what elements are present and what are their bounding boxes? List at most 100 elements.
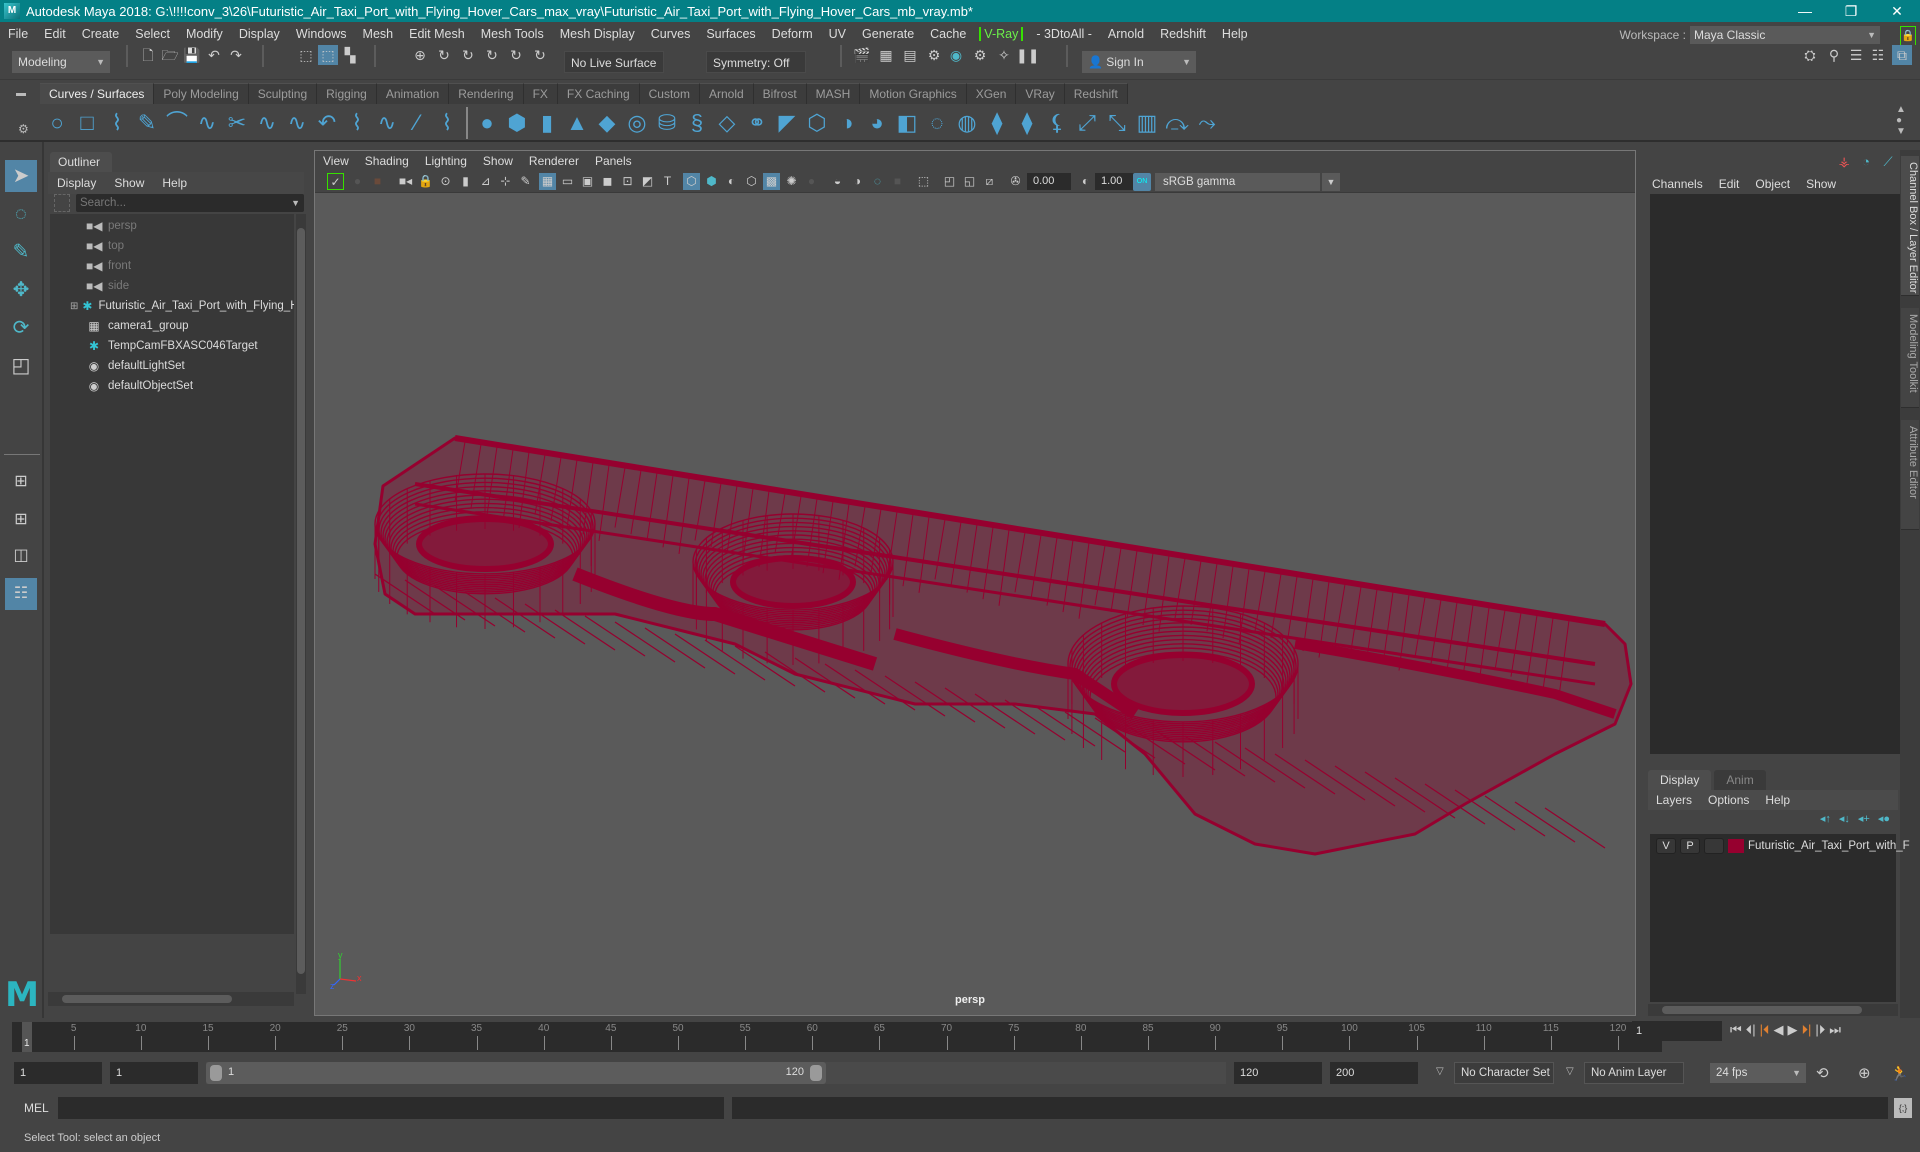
curve-tool-icon[interactable]: ○: [42, 108, 72, 138]
step-forward-frame-icon[interactable]: |⏵: [1815, 1022, 1825, 1038]
shelf-tab-curves-surfaces[interactable]: Curves / Surfaces: [40, 83, 155, 104]
select-camera-icon[interactable]: ✓: [327, 173, 344, 190]
pause-icon[interactable]: ❚❚: [1016, 45, 1039, 65]
surface-tool-icon[interactable]: ◇: [712, 108, 742, 138]
move-layer-down-icon[interactable]: ◂↓: [1839, 812, 1850, 825]
layer-row[interactable]: V P Futuristic_Air_Taxi_Port_with_F: [1656, 838, 1910, 854]
use-lights-icon[interactable]: ✺: [783, 173, 800, 190]
new-layer-icon[interactable]: ◂+: [1858, 812, 1870, 825]
save-scene-icon[interactable]: 💾: [182, 45, 202, 65]
textured-icon[interactable]: ▩: [763, 173, 780, 190]
channel-box-icon[interactable]: ⧉: [1892, 45, 1912, 65]
redo-icon[interactable]: ↷: [226, 45, 246, 65]
outliner-item[interactable]: ◉ defaultObjectSet: [50, 376, 294, 396]
scale-tool-icon[interactable]: ◰: [5, 350, 37, 382]
shelf-tab-custom[interactable]: Custom: [639, 83, 700, 104]
image-plane-icon[interactable]: ⊿: [477, 173, 494, 190]
shelf-tab-poly-modeling[interactable]: Poly Modeling: [154, 83, 249, 104]
chevron-down-icon[interactable]: ▼: [1322, 173, 1340, 191]
surface-tool-icon[interactable]: ⧫: [1012, 108, 1042, 138]
snap-surface-icon[interactable]: ↻: [506, 45, 526, 65]
snap-curve-icon[interactable]: ↻: [434, 45, 454, 65]
outliner-item[interactable]: ◉ defaultLightSet: [50, 356, 294, 376]
outliner-search-input[interactable]: Search...: [76, 194, 304, 212]
surface-tool-icon[interactable]: ▥: [1132, 108, 1162, 138]
motion-blur-icon[interactable]: ◑: [849, 173, 866, 190]
four-view-layout-icon[interactable]: ⊞: [5, 504, 37, 536]
slide-icon[interactable]: ⟋: [1880, 154, 1896, 170]
outliner-tab[interactable]: Outliner: [50, 152, 112, 172]
outliner-item[interactable]: ■◀ persp: [50, 216, 294, 236]
menu-edit-mesh[interactable]: Edit Mesh: [401, 27, 473, 41]
select-hierarchy-icon[interactable]: ⬚: [296, 45, 316, 65]
menu-set-dropdown[interactable]: Modeling ▼: [12, 51, 110, 73]
shelf-tab-redshift[interactable]: Redshift: [1064, 83, 1128, 104]
shadows-icon[interactable]: ●: [803, 173, 820, 190]
playback-end-field[interactable]: 120: [1234, 1062, 1322, 1084]
range-bar[interactable]: 1 120: [206, 1062, 826, 1084]
range-end-handle[interactable]: [810, 1065, 822, 1081]
expand-icon[interactable]: ⊞: [70, 301, 78, 312]
range-start-handle[interactable]: [210, 1065, 222, 1081]
depth-of-field-icon[interactable]: ■: [889, 173, 906, 190]
snap-grid-icon[interactable]: ⊕: [410, 45, 430, 65]
viewport-menu-panels[interactable]: Panels: [587, 154, 640, 168]
outliner-item[interactable]: ■◀ front: [50, 256, 294, 276]
xray-components-icon[interactable]: ⧄: [981, 173, 998, 190]
play-backwards-icon[interactable]: ◀: [1773, 1022, 1783, 1038]
close-button[interactable]: ✕: [1874, 3, 1920, 20]
surface-tool-icon[interactable]: ⤼: [1162, 108, 1192, 138]
outliner-item[interactable]: ✱ TempCamFBXASC046Target: [50, 336, 294, 356]
new-layer-selected-icon[interactable]: ◂●: [1878, 812, 1890, 825]
script-editor-icon[interactable]: {;}: [1894, 1098, 1912, 1118]
move-layer-up-icon[interactable]: ◂↑: [1820, 812, 1831, 825]
shelf-tab-mash[interactable]: MASH: [806, 83, 861, 104]
curve-tool-icon[interactable]: ⌇: [432, 108, 462, 138]
curve-tool-icon[interactable]: ∿: [372, 108, 402, 138]
outliner-layout-icon[interactable]: ☷: [5, 578, 37, 610]
surface-tool-icon[interactable]: ◍: [952, 108, 982, 138]
tab-display[interactable]: Display: [1648, 770, 1712, 790]
surface-tool-icon[interactable]: ⧫: [982, 108, 1012, 138]
tool-settings-icon[interactable]: ☷: [1868, 45, 1888, 65]
channel-box-menu-edit[interactable]: Edit: [1711, 177, 1748, 191]
layer-name[interactable]: Futuristic_Air_Taxi_Port_with_F: [1748, 840, 1910, 852]
viewport-panel[interactable]: View Shading Lighting Show Renderer Pane…: [314, 150, 1636, 1016]
tab-channel-box-layer-editor[interactable]: Channel Box / Layer Editor: [1901, 156, 1919, 296]
scrollbar-thumb[interactable]: [297, 228, 305, 974]
safe-action-icon[interactable]: ◩: [639, 173, 656, 190]
outliner-item[interactable]: ■◀ side: [50, 276, 294, 296]
chevron-down-icon[interactable]: ▽: [1436, 1066, 1444, 1077]
camera-attributes-icon[interactable]: ●: [349, 173, 366, 190]
viewport-menu-show[interactable]: Show: [475, 154, 521, 168]
loop-icon[interactable]: ⟲: [1816, 1064, 1829, 1082]
curve-tool-icon[interactable]: ⌇: [342, 108, 372, 138]
gamma-icon[interactable]: ◐: [1077, 173, 1094, 190]
menu-cache[interactable]: Cache: [922, 27, 974, 41]
paint-select-tool-icon[interactable]: ✎: [5, 236, 37, 268]
menu-file[interactable]: File: [0, 27, 36, 41]
sign-in-button[interactable]: 👤 Sign In ▼: [1082, 51, 1196, 73]
open-scene-icon[interactable]: 🗁: [160, 45, 180, 65]
camera-icon[interactable]: ■◂: [397, 173, 414, 190]
shelf-tab-bifrost[interactable]: Bifrost: [753, 83, 807, 104]
curve-tool-icon[interactable]: ∿: [252, 108, 282, 138]
shelf-tab-animation[interactable]: Animation: [376, 83, 450, 104]
maximize-button[interactable]: ❐: [1828, 3, 1874, 20]
resolution-gate-icon[interactable]: ▣: [579, 173, 596, 190]
single-view-layout-icon[interactable]: ⊞: [5, 466, 37, 498]
shelf-tab-xgen[interactable]: XGen: [966, 83, 1017, 104]
render-setup-icon[interactable]: ⚙: [970, 45, 990, 65]
color-management-toggle[interactable]: ON: [1133, 173, 1151, 191]
layer-menu-layers[interactable]: Layers: [1648, 793, 1700, 807]
command-input[interactable]: [58, 1097, 724, 1119]
wireframe-model[interactable]: [315, 194, 1635, 1015]
camera-image-plane-icon[interactable]: ⊙: [437, 173, 454, 190]
auto-key-icon[interactable]: ⊕: [1858, 1064, 1871, 1082]
menu-help[interactable]: Help: [1214, 27, 1256, 41]
tab-attribute-editor[interactable]: Attribute Editor: [1901, 420, 1919, 530]
menu-create[interactable]: Create: [74, 27, 128, 41]
select-tool-icon[interactable]: ➤: [5, 160, 37, 192]
shelf-menu-icon[interactable]: ▬: [16, 88, 26, 99]
outliner-menu-display[interactable]: Display: [48, 176, 105, 190]
